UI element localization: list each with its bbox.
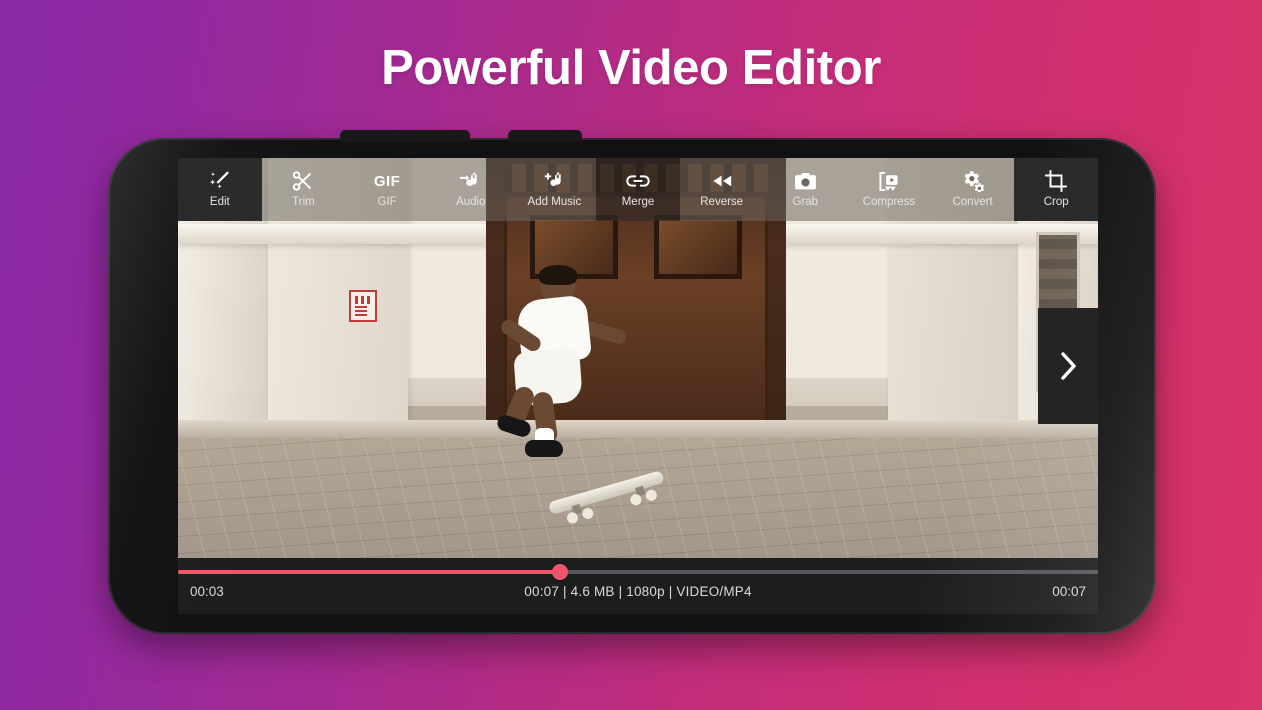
tool-reverse-label: Reverse bbox=[700, 196, 744, 209]
phone-body: Edit Trim GIF GIF Audio Add Music Merge … bbox=[108, 130, 1156, 634]
skater-figure bbox=[493, 265, 628, 458]
compress-icon bbox=[877, 170, 901, 192]
add-music-icon bbox=[542, 170, 566, 192]
magic-wand-icon bbox=[208, 170, 232, 192]
crop-icon bbox=[1044, 170, 1068, 193]
seek-bar[interactable] bbox=[178, 563, 1098, 581]
curb bbox=[178, 420, 1098, 438]
tool-gif[interactable]: GIF GIF bbox=[345, 158, 429, 221]
rewind-icon bbox=[710, 170, 734, 192]
link-icon bbox=[626, 170, 650, 192]
player-bottom-bar: 00:03 00:07 | 4.6 MB | 1080p | VIDEO/MP4… bbox=[178, 558, 1098, 614]
seek-thumb[interactable] bbox=[551, 564, 568, 580]
tool-add-music-label: Add Music bbox=[527, 196, 582, 209]
tool-grab[interactable]: Grab bbox=[763, 158, 848, 221]
tool-edit-label: Edit bbox=[209, 196, 230, 209]
camera-icon bbox=[793, 170, 817, 192]
video-info-label: 00:07 | 4.6 MB | 1080p | VIDEO/MP4 bbox=[524, 584, 752, 599]
tool-compress[interactable]: Compress bbox=[847, 158, 931, 221]
tool-edit[interactable]: Edit bbox=[178, 158, 262, 221]
tool-crop-label: Crop bbox=[1043, 196, 1069, 209]
tool-merge[interactable]: Merge bbox=[596, 158, 680, 221]
chevron-right-icon bbox=[1055, 349, 1081, 383]
gears-icon bbox=[961, 170, 985, 193]
tool-trim-label: Trim bbox=[292, 196, 315, 209]
tool-audio[interactable]: Audio bbox=[428, 158, 513, 221]
total-time-label: 00:07 bbox=[1052, 584, 1086, 599]
audio-extract-icon bbox=[459, 170, 483, 192]
phone-screen: Edit Trim GIF GIF Audio Add Music Merge … bbox=[178, 158, 1098, 614]
wall-sign bbox=[349, 290, 377, 322]
current-time-label: 00:03 bbox=[190, 584, 224, 599]
next-video-button[interactable] bbox=[1038, 308, 1098, 424]
tool-gif-label: GIF bbox=[377, 196, 397, 209]
tool-convert-label: Convert bbox=[952, 196, 993, 209]
tool-trim[interactable]: Trim bbox=[261, 158, 346, 221]
tool-crop[interactable]: Crop bbox=[1014, 158, 1098, 221]
tool-add-music[interactable]: Add Music bbox=[512, 158, 597, 221]
phone-mockup: Edit Trim GIF GIF Audio Add Music Merge … bbox=[108, 130, 1156, 634]
scissors-icon bbox=[291, 170, 315, 192]
tool-reverse[interactable]: Reverse bbox=[679, 158, 764, 221]
phone-top-nub-left bbox=[340, 130, 470, 142]
tool-merge-label: Merge bbox=[621, 196, 655, 209]
tool-convert[interactable]: Convert bbox=[930, 158, 1015, 221]
tool-grab-label: Grab bbox=[792, 196, 819, 209]
gif-glyph: GIF bbox=[373, 172, 401, 190]
tool-compress-label: Compress bbox=[862, 196, 916, 209]
phone-top-nub-right bbox=[508, 130, 582, 142]
gif-text-icon: GIF bbox=[373, 170, 401, 192]
tool-audio-label: Audio bbox=[456, 196, 486, 209]
page-title: Powerful Video Editor bbox=[381, 41, 881, 95]
editor-toolbar: Edit Trim GIF GIF Audio Add Music Merge … bbox=[178, 158, 1098, 221]
player-time-row: 00:03 00:07 | 4.6 MB | 1080p | VIDEO/MP4… bbox=[178, 584, 1098, 599]
seek-progress bbox=[178, 570, 560, 574]
